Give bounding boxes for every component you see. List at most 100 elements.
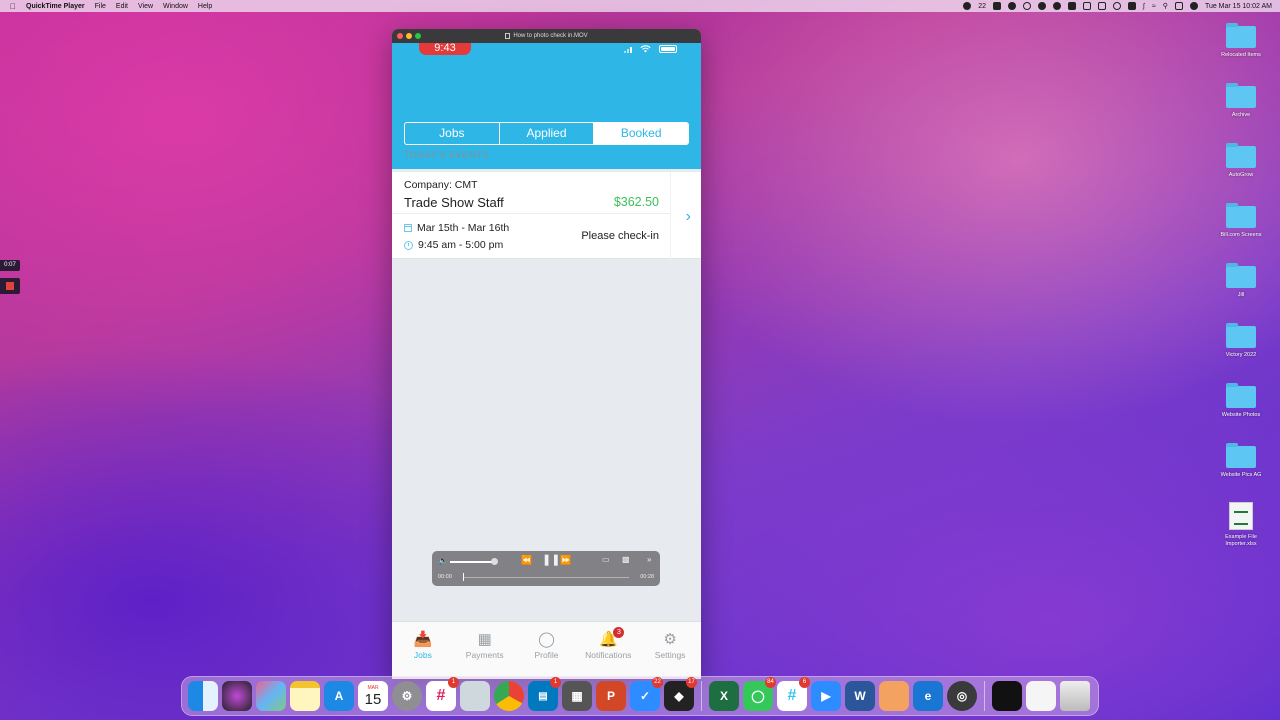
screenshot-icon[interactable]: [1026, 681, 1056, 711]
volume-icon[interactable]: 🔈: [438, 556, 448, 565]
desktop-folder[interactable]: Website Pics AG: [1210, 443, 1272, 502]
capacities-icon[interactable]: ◆ 17: [664, 677, 697, 711]
event-pay: $362.50: [613, 195, 659, 209]
card-divider: [392, 213, 670, 214]
iphone-mirroring-icon[interactable]: [992, 681, 1022, 711]
slack-icon[interactable]: # 1: [426, 677, 459, 711]
powerpoint-icon[interactable]: P: [596, 681, 626, 711]
bottom-tab-notifications[interactable]: 🔔 3 Notifications: [577, 622, 639, 671]
duration-time: 00:28: [640, 574, 654, 580]
desktop-folder[interactable]: AutoGrow: [1210, 143, 1272, 202]
window-titlebar[interactable]: How to photo check in.MOV: [392, 29, 701, 43]
airplay-icon[interactable]: ▭: [602, 555, 610, 564]
display-status-icon[interactable]: [1008, 2, 1017, 10]
tasks-icon[interactable]: ✓ 22: [630, 677, 663, 711]
calendar-icon[interactable]: MAR 15: [358, 681, 388, 711]
preview-icon[interactable]: [460, 681, 490, 711]
scrubber-playhead[interactable]: [463, 573, 464, 581]
launchpad-icon[interactable]: [256, 681, 286, 711]
app-status-icon[interactable]: [1068, 2, 1077, 10]
close-window-button[interactable]: [397, 33, 403, 39]
desktop-folder[interactable]: Victory 2022: [1210, 323, 1272, 382]
bluetooth-status-icon[interactable]: ∫: [1143, 3, 1145, 10]
slack-workspace-icon[interactable]: # 6: [777, 677, 810, 711]
desktop-folder[interactable]: Website Photos: [1210, 383, 1272, 442]
trello-icon[interactable]: ▤ 1: [528, 677, 561, 711]
rewind-icon[interactable]: ⏪: [521, 555, 532, 566]
menu-edit[interactable]: Edit: [116, 3, 128, 10]
tab-booked[interactable]: Booked: [594, 123, 688, 144]
finder-icon[interactable]: [188, 681, 218, 711]
apple-menu-icon[interactable]: : [10, 2, 16, 11]
folder-icon: [1226, 203, 1256, 228]
minimize-window-button[interactable]: [406, 33, 412, 39]
tab-applied[interactable]: Applied: [500, 123, 595, 144]
tab-jobs[interactable]: Jobs: [405, 123, 500, 144]
excel-icon[interactable]: X: [709, 681, 739, 711]
desktop-folder[interactable]: Jill: [1210, 263, 1272, 322]
bottom-tab-profile[interactable]: ◯ Profile: [516, 622, 578, 671]
status-badge[interactable]: 22: [978, 3, 986, 10]
screen-recorder-status-icon[interactable]: [993, 2, 1002, 10]
checkin-status[interactable]: Please check-in: [581, 230, 659, 242]
record-status-icon[interactable]: [1113, 2, 1122, 10]
menu-bar:  QuickTime Player File Edit View Window…: [0, 0, 1280, 12]
folder-icon: [1226, 443, 1256, 468]
dropbox-status-icon[interactable]: [1038, 2, 1047, 10]
stop-recording-button[interactable]: [0, 278, 20, 294]
word-icon[interactable]: W: [845, 681, 875, 711]
contacts-icon[interactable]: [879, 681, 909, 711]
event-card[interactable]: Company: CMT Trade Show Staff $362.50 Ma…: [392, 172, 701, 259]
app-store-icon[interactable]: A: [324, 681, 354, 711]
menu-help[interactable]: Help: [198, 3, 212, 10]
trash-icon[interactable]: [1060, 681, 1090, 711]
battery-status-icon[interactable]: [1128, 2, 1137, 10]
siri-icon[interactable]: [222, 681, 252, 711]
payments-icon: ▦: [477, 631, 492, 648]
power-status-icon[interactable]: [1053, 2, 1062, 10]
siri-icon[interactable]: [1189, 2, 1198, 10]
gear-icon: ⚙: [663, 631, 677, 648]
menu-window[interactable]: Window: [163, 3, 188, 10]
clipboard-status-icon[interactable]: [1083, 2, 1092, 10]
folder-icon: [1226, 83, 1256, 108]
control-center-icon[interactable]: [1174, 2, 1183, 10]
zoom-icon[interactable]: ▶: [811, 681, 841, 711]
bottom-tab-payments[interactable]: ▦ Payments: [454, 622, 516, 671]
bottom-tab-jobs[interactable]: 📥 Jobs: [392, 622, 454, 671]
picture-in-picture-icon[interactable]: ▩: [622, 555, 630, 564]
calculator-icon[interactable]: ▦: [562, 681, 592, 711]
menu-view[interactable]: View: [138, 3, 153, 10]
spreadsheet-file-icon: [1229, 502, 1253, 530]
bottom-tab-settings[interactable]: ⚙ Settings: [639, 622, 701, 671]
notes-icon[interactable]: [290, 681, 320, 711]
menu-app-name[interactable]: QuickTime Player: [26, 3, 85, 10]
system-settings-icon[interactable]: ⚙: [392, 681, 422, 711]
volume-slider[interactable]: [450, 561, 494, 563]
slack-workspace-badge: 6: [799, 677, 810, 688]
desktop-item-label: Archive: [1231, 112, 1251, 118]
menu-clock[interactable]: Tue Mar 15 10:02 AM: [1205, 3, 1272, 10]
chrome-icon[interactable]: [494, 681, 524, 711]
settings-status-icon[interactable]: [963, 2, 972, 10]
volume-slider-knob[interactable]: [491, 558, 498, 565]
scrubber-track[interactable]: [463, 577, 629, 578]
pause-button[interactable]: ❚❚: [542, 553, 560, 566]
desktop-file[interactable]: Example File Importer.xlsx: [1210, 502, 1272, 558]
spotlight-search-icon[interactable]: ⚲: [1163, 2, 1168, 10]
more-options-icon[interactable]: »: [647, 555, 651, 564]
info-status-icon[interactable]: [1023, 2, 1032, 10]
wifi-status-icon[interactable]: ≈: [1152, 3, 1156, 10]
desktop-folder[interactable]: Bill.com Screens: [1210, 203, 1272, 262]
safari-icon[interactable]: ◎: [947, 681, 977, 711]
fullscreen-window-button[interactable]: [415, 33, 421, 39]
edge-icon[interactable]: e: [913, 681, 943, 711]
chevron-right-icon[interactable]: ›: [686, 208, 691, 226]
desktop-folder[interactable]: Relocated Items: [1210, 23, 1272, 82]
fast-forward-icon[interactable]: ⏩: [560, 555, 571, 566]
menu-file[interactable]: File: [95, 3, 106, 10]
media-status-icon[interactable]: [1098, 2, 1107, 10]
desktop-folder[interactable]: Archive: [1210, 83, 1272, 142]
current-time: 00:00: [438, 574, 452, 580]
messages-icon[interactable]: ◯ 84: [743, 677, 776, 711]
